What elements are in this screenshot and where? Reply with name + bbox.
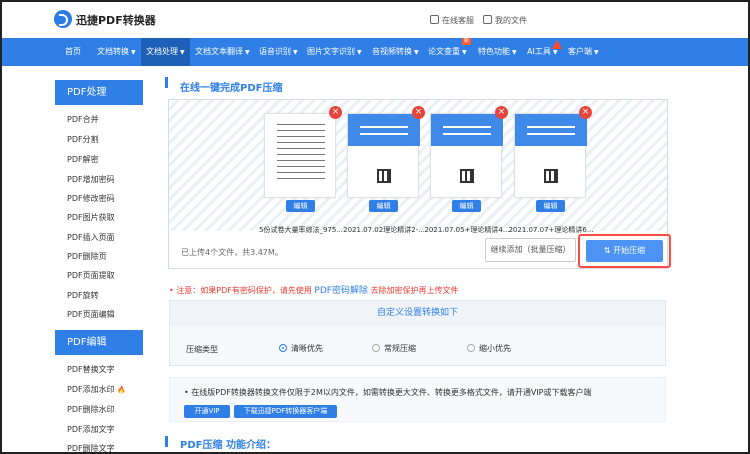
nav-special-features[interactable]: 特色功能 ▼ — [478, 38, 517, 66]
pdf-thumbnail — [264, 113, 336, 198]
radio-normal-compression[interactable]: 常规压缩 — [372, 343, 416, 354]
vip-promotion: • 在线版PDF转换器转换文件仅限于2M以内文件，如需转换更大文件、转换更多格式… — [169, 377, 666, 422]
logo-icon — [54, 10, 72, 28]
nav-home[interactable]: 首页 — [65, 38, 81, 66]
compression-settings: 自定义设置转换如下 压缩类型 清晰优先 常规压缩 缩小优先 — [169, 300, 666, 366]
edit-file-button[interactable]: 编辑 — [369, 200, 398, 212]
pdf-thumbnail — [514, 113, 587, 198]
sidebar-item-pdf-split[interactable]: PDF分割 — [67, 134, 99, 145]
main-navigation: 首页 文档转换 ▼ 文档处理 ▼ 文档文本翻译 ▼ 语音识别 ▼ 图片文字识别 ▼ 音视频… — [2, 38, 748, 66]
customer-service-link[interactable]: 在线客服 — [430, 15, 474, 26]
file-card: × 编辑 2021.07.07+理论精讲6... — [508, 106, 594, 234]
remove-file-button[interactable]: × — [412, 106, 425, 119]
edit-file-button[interactable]: 编辑 — [452, 200, 481, 212]
nav-document-convert[interactable]: 文档转换 ▼ — [97, 38, 136, 66]
fire-icon: 🔥 — [117, 386, 126, 394]
page-title: 在线一键完成PDF压缩 — [180, 83, 283, 94]
chevron-down-icon: ▼ — [131, 49, 136, 56]
radio-icon — [372, 344, 380, 352]
pdf-thumbnail — [347, 113, 420, 198]
sidebar-item-pdf-rotate[interactable]: PDF旋转 — [67, 290, 99, 301]
chevron-down-icon: ▼ — [293, 49, 298, 56]
sidebar-item-pdf-insert-page[interactable]: PDF插入页面 — [67, 232, 115, 243]
nav-client[interactable]: 客户端 ▼ — [568, 38, 599, 66]
nav-media-convert[interactable]: 音视频转换 ▼ — [372, 38, 419, 66]
top-header: 迅捷PDF转换器 在线客服 我的文件 — [2, 2, 748, 38]
intro-accent — [165, 436, 168, 447]
chevron-down-icon: ▼ — [414, 49, 419, 56]
sidebar-item-pdf-add-watermark[interactable]: PDF添加水印 🔥 — [67, 384, 126, 395]
upload-summary: 已上传4个文件，共3.47M。 — [181, 248, 283, 257]
edit-file-button[interactable]: 编辑 — [536, 200, 565, 212]
chevron-down-icon: ▼ — [180, 49, 185, 56]
logo-text: 迅捷PDF转换器 — [76, 14, 156, 27]
chevron-down-icon: ▼ — [245, 49, 250, 56]
document-icon — [483, 15, 492, 24]
sidebar-item-pdf-delete-text[interactable]: PDF删除文字 — [67, 443, 115, 452]
qr-code-icon — [544, 169, 558, 183]
sidebar-item-pdf-remove-watermark[interactable]: PDF删除水印 — [67, 404, 115, 415]
start-compress-button[interactable]: ⇅ 开始压缩 — [586, 240, 663, 262]
sidebar-item-pdf-page-extract[interactable]: PDF页面提取 — [67, 270, 115, 281]
sidebar-item-pdf-merge[interactable]: PDF合并 — [67, 114, 99, 125]
sidebar-item-pdf-change-password[interactable]: PDF修改密码 — [67, 193, 115, 204]
nav-speech-recognition[interactable]: 语音识别 ▼ — [259, 38, 298, 66]
pdf-password-removal-link[interactable]: PDF密码解除 — [314, 286, 368, 296]
remove-file-button[interactable]: × — [329, 106, 342, 119]
file-card: × 编辑 2021.07.05+理论精讲4... — [424, 106, 510, 234]
sidebar-section-pdf-edit: PDF编辑 — [55, 330, 143, 355]
title-accent — [165, 77, 168, 88]
sidebar-item-pdf-replace-text[interactable]: PDF替换文字 — [67, 364, 115, 375]
sidebar-section-pdf-process: PDF处理 — [55, 80, 143, 105]
compression-type-label: 压缩类型 — [186, 345, 218, 354]
radio-size-first[interactable]: 缩小优先 — [467, 343, 511, 354]
download-client-button[interactable]: 下载迅捷PDF转换器客户端 — [234, 405, 337, 418]
settings-title: 自定义设置转换如下 — [170, 301, 665, 326]
start-compress-highlight: ⇅ 开始压缩 — [578, 234, 671, 268]
chevron-down-icon: ▼ — [594, 49, 599, 56]
application-window: 迅捷PDF转换器 在线客服 我的文件 首页 文档转换 ▼ 文档处理 ▼ 文档文本翻译… — [0, 0, 750, 454]
my-files-link[interactable]: 我的文件 — [483, 15, 527, 26]
qr-code-icon — [377, 169, 391, 183]
sidebar-item-pdf-delete-page[interactable]: PDF删除页 — [67, 251, 107, 262]
chevron-down-icon: ▼ — [357, 49, 362, 56]
nav-image-ocr[interactable]: 图片文字识别 ▼ — [307, 38, 362, 66]
pdf-thumbnail — [430, 113, 503, 198]
nav-document-translate[interactable]: 文档文本翻译 ▼ — [195, 38, 250, 66]
sidebar-item-pdf-decrypt[interactable]: PDF解密 — [67, 154, 99, 165]
file-card: × 编辑 2021.07.02理论精讲2-... — [343, 106, 425, 234]
sidebar-item-pdf-image-extract[interactable]: PDF图片获取 — [67, 212, 115, 223]
new-badge: 新 — [462, 38, 472, 45]
remove-file-button[interactable]: × — [579, 106, 592, 119]
sidebar: PDF处理 PDF合并 PDF分割 PDF解密 PDF增加密码 PDF修改密码 … — [55, 80, 143, 452]
file-upload-area[interactable]: × 编辑 5份试卷大量率综法_975... × 编辑 2021.07.02理论精… — [168, 99, 671, 269]
radio-icon — [467, 344, 475, 352]
vip-info-text: • 在线版PDF转换器转换文件仅限于2M以内文件，如需转换更大文件、转换更多格式… — [184, 388, 592, 397]
radio-clarity-first[interactable]: 清晰优先 — [279, 343, 323, 354]
qr-code-icon — [460, 169, 474, 183]
main-content: 在线一键完成PDF压缩 × 编辑 5份试卷大量率综法_975... × 编辑 2… — [165, 77, 671, 452]
sidebar-item-pdf-add-text[interactable]: PDF添加文字 — [67, 424, 115, 435]
swap-icon: ⇅ — [603, 246, 614, 255]
nav-document-process[interactable]: 文档处理 ▼ — [141, 38, 190, 66]
chevron-down-icon: ▼ — [512, 49, 517, 56]
edit-file-button[interactable]: 编辑 — [286, 200, 315, 212]
chevron-down-icon: ▼ — [462, 49, 467, 56]
password-notice: • 注意：如果PDF有密码保护，请先使用 PDF密码解除 去除加密保护再上传文件 — [169, 286, 459, 296]
radio-selected-icon — [279, 344, 287, 352]
file-card: × 编辑 5份试卷大量率综法_975... — [259, 106, 343, 234]
continue-add-button[interactable]: 继续添加（批量压缩） — [485, 238, 576, 262]
nav-paper-check[interactable]: 论文查重 ▼ — [428, 38, 467, 66]
feature-intro-title: PDF压缩 功能介绍： — [180, 440, 276, 451]
chevron-down-icon: ▼ — [552, 49, 558, 56]
alert-triangle-icon — [552, 40, 562, 49]
sidebar-item-pdf-page-edit[interactable]: PDF页面编辑 — [67, 309, 115, 320]
remove-file-button[interactable]: × — [495, 106, 508, 119]
headset-icon — [430, 15, 439, 24]
open-vip-button[interactable]: 开通VIP — [184, 405, 230, 418]
sidebar-item-pdf-add-password[interactable]: PDF增加密码 — [67, 174, 115, 185]
